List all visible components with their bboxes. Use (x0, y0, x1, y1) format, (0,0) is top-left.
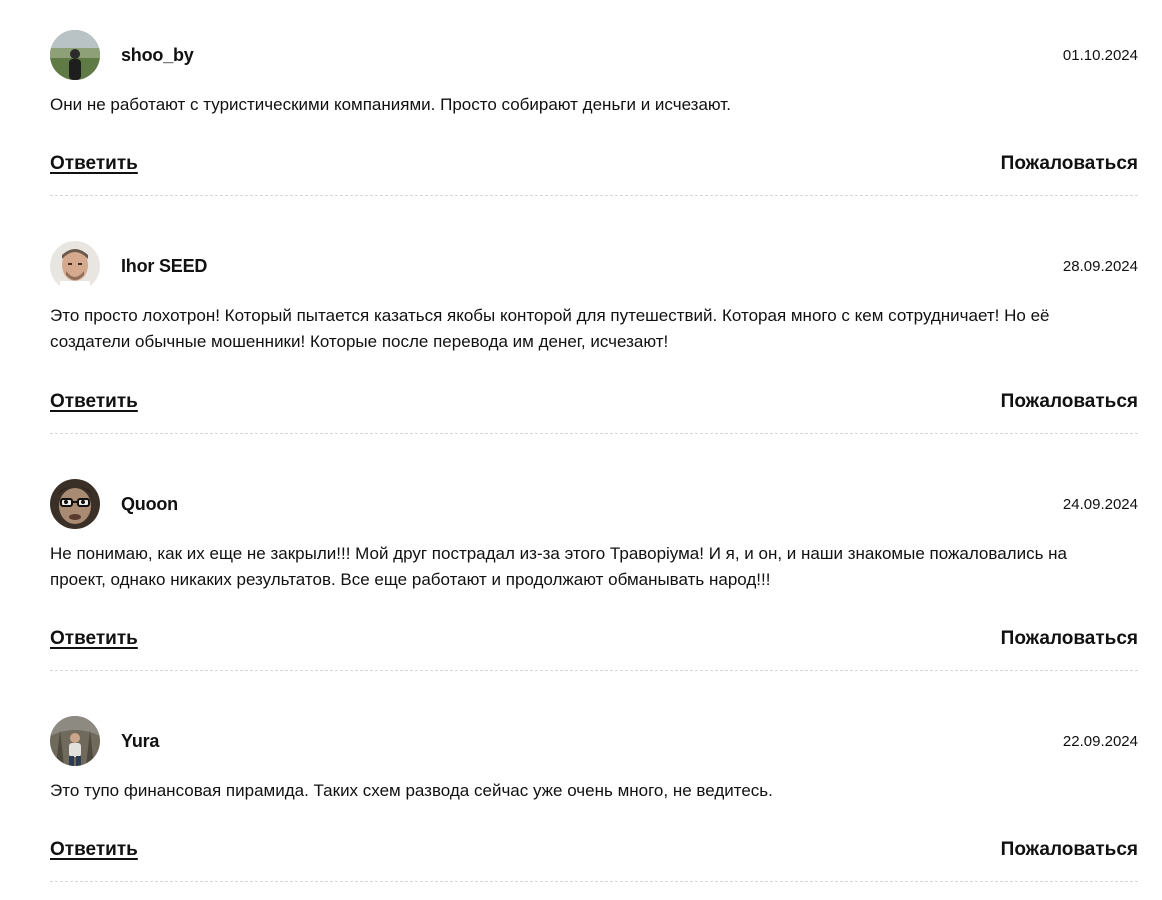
comment-actions: Ответить Пожаловаться (50, 838, 1138, 862)
comment-date: 24.09.2024 (1062, 496, 1138, 513)
avatar (50, 30, 100, 80)
comment-header: Yura 22.09.2024 (50, 716, 1138, 766)
comment-item: Quoon 24.09.2024 Не понимаю, как их еще … (50, 479, 1138, 671)
avatar (50, 479, 100, 529)
comment-date: 28.09.2024 (1062, 258, 1138, 275)
comment-actions: Ответить Пожаловаться (50, 390, 1138, 414)
comment-text: Это просто лохотрон! Который пытается ка… (50, 306, 1050, 351)
avatar (50, 241, 100, 291)
reply-link[interactable]: Ответить (50, 152, 138, 176)
comment-header: shoo_by 01.10.2024 (50, 30, 1138, 80)
comment-divider (50, 433, 1138, 434)
author-name: shoo_by (121, 45, 194, 65)
comment-header: Quoon 24.09.2024 (50, 479, 1138, 529)
comment-text: Не понимаю, как их еще не закрыли!!! Мой… (50, 544, 1068, 589)
author-name: Yura (121, 731, 160, 751)
comment-actions: Ответить Пожаловаться (50, 627, 1138, 651)
comment-header: Ihor SEED 28.09.2024 (50, 241, 1138, 291)
comment-item: Yura 22.09.2024 Это тупо финансовая пира… (50, 716, 1138, 882)
reply-link[interactable]: Ответить (50, 838, 138, 862)
comment-item: Ihor SEED 28.09.2024 Это просто лохотрон… (50, 241, 1138, 434)
avatar (50, 716, 100, 766)
report-link[interactable]: Пожаловаться (1001, 152, 1138, 176)
comment-actions: Ответить Пожаловаться (50, 152, 1138, 176)
author-name: Quoon (121, 494, 178, 514)
reply-link[interactable]: Ответить (50, 627, 138, 651)
comment-date: 01.10.2024 (1062, 47, 1138, 64)
report-link[interactable]: Пожаловаться (1001, 627, 1138, 651)
comment-divider (50, 670, 1138, 671)
report-link[interactable]: Пожаловаться (1001, 390, 1138, 414)
comment-divider (50, 881, 1138, 882)
reply-link[interactable]: Ответить (50, 390, 138, 414)
author-name: Ihor SEED (121, 256, 208, 276)
comment-text: Они не работают с туристическими компани… (50, 95, 731, 114)
comment-text: Это тупо финансовая пирамида. Таких схем… (50, 781, 773, 800)
comment-date: 22.09.2024 (1062, 733, 1138, 750)
comment-item: shoo_by 01.10.2024 Они не работают с тур… (50, 30, 1138, 196)
comment-divider (50, 195, 1138, 196)
report-link[interactable]: Пожаловаться (1001, 838, 1138, 862)
